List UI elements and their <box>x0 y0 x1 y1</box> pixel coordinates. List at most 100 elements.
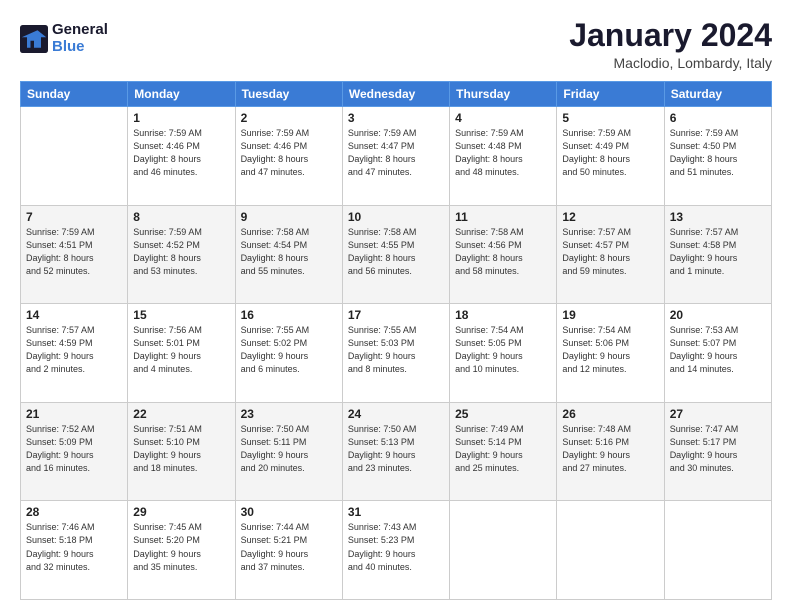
calendar-cell: 5 Sunrise: 7:59 AM Sunset: 4:49 PM Daylig… <box>557 107 664 206</box>
calendar-week-row: 28 Sunrise: 7:46 AM Sunset: 5:18 PM Dayli… <box>21 501 772 600</box>
calendar-cell: 14 Sunrise: 7:57 AM Sunset: 4:59 PM Dayli… <box>21 304 128 403</box>
calendar-cell: 8 Sunrise: 7:59 AM Sunset: 4:52 PM Daylig… <box>128 205 235 304</box>
day-number: 3 <box>348 111 444 125</box>
calendar-cell: 31 Sunrise: 7:43 AM Sunset: 5:23 PM Dayli… <box>342 501 449 600</box>
calendar-cell: 15Sunrise: 7:56 AM Sunset: 5:01 PM Dayli… <box>128 304 235 403</box>
logo-line2: Blue <box>52 39 108 56</box>
day-info: Sunrise: 7:58 AM Sunset: 4:54 PM Dayligh… <box>241 226 337 278</box>
day-number: 10 <box>348 210 444 224</box>
calendar-cell: 9 Sunrise: 7:58 AM Sunset: 4:54 PM Daylig… <box>235 205 342 304</box>
title-block: January 2024 Maclodio, Lombardy, Italy <box>569 18 772 71</box>
calendar-cell <box>21 107 128 206</box>
day-info: Sunrise: 7:48 AM Sunset: 5:16 PM Dayligh… <box>562 423 658 475</box>
day-info: Sunrise: 7:47 AM Sunset: 5:17 PM Dayligh… <box>670 423 766 475</box>
calendar-cell: 17Sunrise: 7:55 AM Sunset: 5:03 PM Dayli… <box>342 304 449 403</box>
day-info: Sunrise: 7:53 AM Sunset: 5:07 PM Dayligh… <box>670 324 766 376</box>
day-info: Sunrise: 7:57 AM Sunset: 4:59 PM Dayligh… <box>26 324 122 376</box>
day-number: 6 <box>670 111 766 125</box>
day-number: 9 <box>241 210 337 224</box>
day-number: 16 <box>241 308 337 322</box>
day-info: Sunrise: 7:54 AM Sunset: 5:06 PM Dayligh… <box>562 324 658 376</box>
header: General Blue January 2024 Maclodio, Lomb… <box>20 18 772 71</box>
day-number: 14 <box>26 308 122 322</box>
calendar-week-row: 14 Sunrise: 7:57 AM Sunset: 4:59 PM Dayli… <box>21 304 772 403</box>
page: General Blue January 2024 Maclodio, Lomb… <box>0 0 792 612</box>
day-number: 22 <box>133 407 229 421</box>
day-info: Sunrise: 7:55 AM Sunset: 5:02 PM Dayligh… <box>241 324 337 376</box>
subtitle: Maclodio, Lombardy, Italy <box>569 55 772 71</box>
calendar-cell: 12 Sunrise: 7:57 AM Sunset: 4:57 PM Dayli… <box>557 205 664 304</box>
calendar-cell: 2 Sunrise: 7:59 AM Sunset: 4:46 PM Daylig… <box>235 107 342 206</box>
calendar-cell: 10 Sunrise: 7:58 AM Sunset: 4:55 PM Dayli… <box>342 205 449 304</box>
day-info: Sunrise: 7:43 AM Sunset: 5:23 PM Dayligh… <box>348 521 444 573</box>
weekday-header: Thursday <box>450 82 557 107</box>
calendar-cell: 28 Sunrise: 7:46 AM Sunset: 5:18 PM Dayli… <box>21 501 128 600</box>
calendar-cell: 16 Sunrise: 7:55 AM Sunset: 5:02 PM Dayli… <box>235 304 342 403</box>
day-number: 31 <box>348 505 444 519</box>
calendar-cell: 26Sunrise: 7:48 AM Sunset: 5:16 PM Dayli… <box>557 402 664 501</box>
calendar-cell: 3 Sunrise: 7:59 AM Sunset: 4:47 PM Daylig… <box>342 107 449 206</box>
main-title: January 2024 <box>569 18 772 53</box>
weekday-header: Tuesday <box>235 82 342 107</box>
calendar-cell: 29Sunrise: 7:45 AM Sunset: 5:20 PM Dayli… <box>128 501 235 600</box>
calendar-cell: 19 Sunrise: 7:54 AM Sunset: 5:06 PM Dayli… <box>557 304 664 403</box>
day-number: 25 <box>455 407 551 421</box>
day-number: 27 <box>670 407 766 421</box>
day-info: Sunrise: 7:50 AM Sunset: 5:13 PM Dayligh… <box>348 423 444 475</box>
calendar-header-row: SundayMondayTuesdayWednesdayThursdayFrid… <box>21 82 772 107</box>
day-number: 15 <box>133 308 229 322</box>
calendar-week-row: 21Sunrise: 7:52 AM Sunset: 5:09 PM Dayli… <box>21 402 772 501</box>
calendar-cell: 7 Sunrise: 7:59 AM Sunset: 4:51 PM Daylig… <box>21 205 128 304</box>
weekday-header: Monday <box>128 82 235 107</box>
day-info: Sunrise: 7:46 AM Sunset: 5:18 PM Dayligh… <box>26 521 122 573</box>
day-number: 12 <box>562 210 658 224</box>
day-number: 28 <box>26 505 122 519</box>
day-info: Sunrise: 7:59 AM Sunset: 4:52 PM Dayligh… <box>133 226 229 278</box>
day-number: 18 <box>455 308 551 322</box>
calendar-cell: 4Sunrise: 7:59 AM Sunset: 4:48 PM Daylig… <box>450 107 557 206</box>
day-info: Sunrise: 7:57 AM Sunset: 4:57 PM Dayligh… <box>562 226 658 278</box>
calendar-cell: 18Sunrise: 7:54 AM Sunset: 5:05 PM Dayli… <box>450 304 557 403</box>
day-number: 17 <box>348 308 444 322</box>
calendar-cell: 13 Sunrise: 7:57 AM Sunset: 4:58 PM Dayli… <box>664 205 771 304</box>
day-number: 24 <box>348 407 444 421</box>
day-info: Sunrise: 7:50 AM Sunset: 5:11 PM Dayligh… <box>241 423 337 475</box>
day-number: 5 <box>562 111 658 125</box>
day-info: Sunrise: 7:59 AM Sunset: 4:47 PM Dayligh… <box>348 127 444 179</box>
day-info: Sunrise: 7:57 AM Sunset: 4:58 PM Dayligh… <box>670 226 766 278</box>
weekday-header: Sunday <box>21 82 128 107</box>
weekday-header: Wednesday <box>342 82 449 107</box>
day-number: 20 <box>670 308 766 322</box>
day-info: Sunrise: 7:58 AM Sunset: 4:56 PM Dayligh… <box>455 226 551 278</box>
calendar-cell <box>557 501 664 600</box>
calendar-cell: 30Sunrise: 7:44 AM Sunset: 5:21 PM Dayli… <box>235 501 342 600</box>
logo: General Blue <box>20 22 108 55</box>
day-info: Sunrise: 7:59 AM Sunset: 4:50 PM Dayligh… <box>670 127 766 179</box>
calendar-cell <box>450 501 557 600</box>
day-number: 11 <box>455 210 551 224</box>
calendar-cell: 6 Sunrise: 7:59 AM Sunset: 4:50 PM Daylig… <box>664 107 771 206</box>
calendar-table: SundayMondayTuesdayWednesdayThursdayFrid… <box>20 81 772 600</box>
day-number: 8 <box>133 210 229 224</box>
day-info: Sunrise: 7:59 AM Sunset: 4:51 PM Dayligh… <box>26 226 122 278</box>
day-info: Sunrise: 7:59 AM Sunset: 4:49 PM Dayligh… <box>562 127 658 179</box>
day-number: 7 <box>26 210 122 224</box>
calendar-cell: 21Sunrise: 7:52 AM Sunset: 5:09 PM Dayli… <box>21 402 128 501</box>
day-info: Sunrise: 7:49 AM Sunset: 5:14 PM Dayligh… <box>455 423 551 475</box>
day-number: 13 <box>670 210 766 224</box>
day-number: 1 <box>133 111 229 125</box>
day-number: 29 <box>133 505 229 519</box>
day-number: 19 <box>562 308 658 322</box>
calendar-cell: 23 Sunrise: 7:50 AM Sunset: 5:11 PM Dayli… <box>235 402 342 501</box>
day-number: 23 <box>241 407 337 421</box>
day-number: 2 <box>241 111 337 125</box>
calendar-cell: 24 Sunrise: 7:50 AM Sunset: 5:13 PM Dayli… <box>342 402 449 501</box>
day-info: Sunrise: 7:59 AM Sunset: 4:46 PM Dayligh… <box>133 127 229 179</box>
day-info: Sunrise: 7:59 AM Sunset: 4:46 PM Dayligh… <box>241 127 337 179</box>
day-number: 21 <box>26 407 122 421</box>
day-info: Sunrise: 7:58 AM Sunset: 4:55 PM Dayligh… <box>348 226 444 278</box>
calendar-cell <box>664 501 771 600</box>
calendar-cell: 25 Sunrise: 7:49 AM Sunset: 5:14 PM Dayli… <box>450 402 557 501</box>
logo-line1: General <box>52 22 108 39</box>
calendar-cell: 27 Sunrise: 7:47 AM Sunset: 5:17 PM Dayli… <box>664 402 771 501</box>
